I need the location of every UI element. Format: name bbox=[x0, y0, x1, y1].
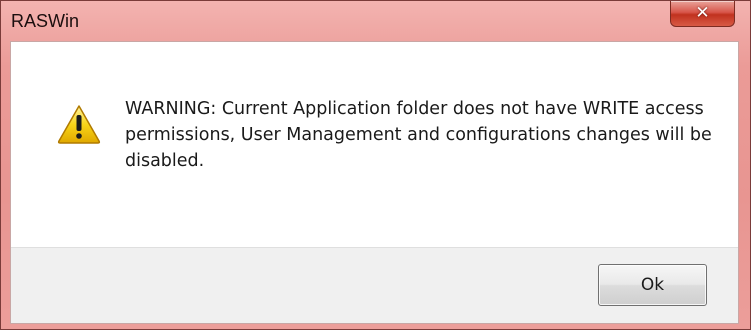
warning-icon bbox=[57, 105, 101, 144]
message-area: WARNING: Current Application folder does… bbox=[11, 42, 738, 247]
ok-button[interactable]: Ok bbox=[598, 264, 707, 306]
close-icon: ✕ bbox=[695, 3, 710, 23]
close-button[interactable]: ✕ bbox=[670, 1, 735, 27]
warning-message: WARNING: Current Application folder does… bbox=[125, 99, 712, 171]
dialog-window: RASWin ✕ WARNING: Current Application fo… bbox=[0, 0, 751, 330]
dialog-content: WARNING: Current Application folder does… bbox=[10, 41, 739, 324]
title-bar[interactable]: RASWin ✕ bbox=[1, 1, 751, 41]
button-bar: Ok bbox=[11, 247, 738, 323]
window-title: RASWin bbox=[11, 11, 80, 31]
